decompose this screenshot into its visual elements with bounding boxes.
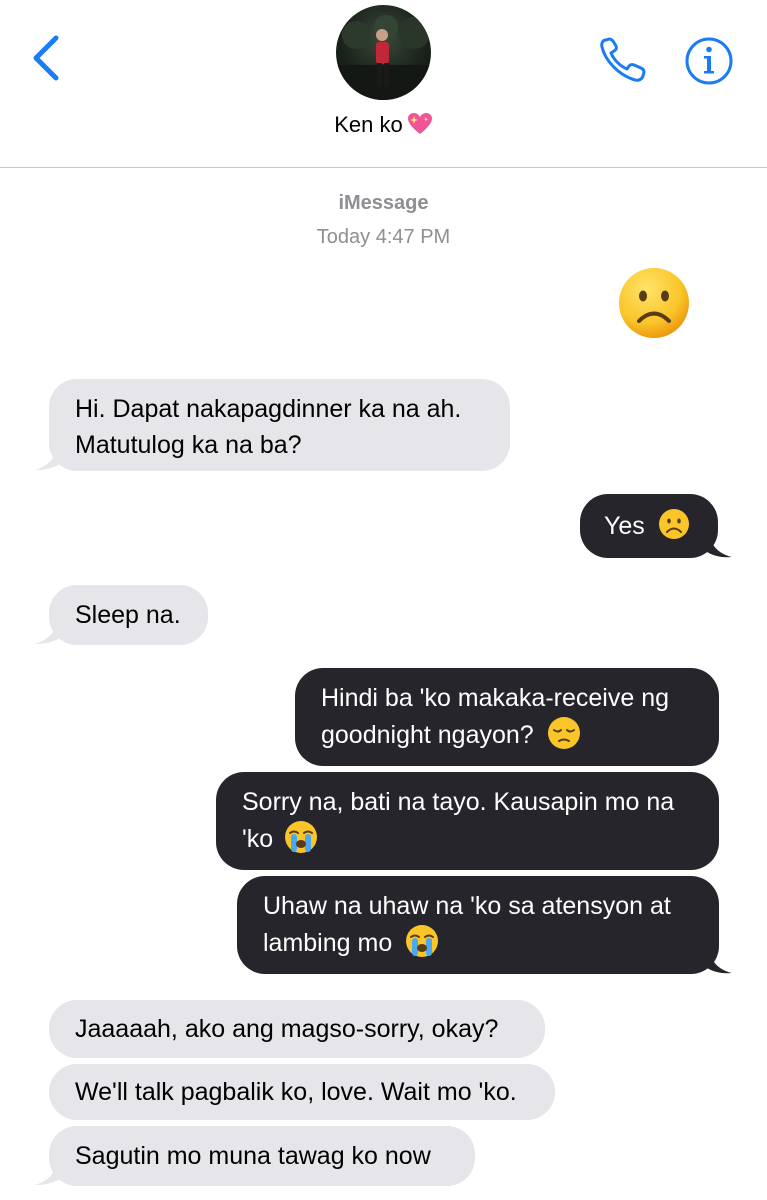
message-text: Hindi ba 'ko makaka-receive ng (321, 684, 669, 712)
frowning-face-icon[interactable] (617, 266, 691, 340)
back-button[interactable] (28, 32, 68, 84)
message-text: Sorry na, bati na tayo. Kausapin mo na (242, 788, 675, 816)
message-bubble-incoming[interactable]: Hi. Dapat nakapagdinner ka na ah. Matutu… (49, 379, 510, 471)
contact-name[interactable]: Ken ko (0, 112, 767, 138)
bubble-tail (35, 1161, 63, 1185)
message-text: 'ko (242, 825, 274, 853)
frowning-face-icon (658, 509, 689, 539)
conversation-header: Ken ko (0, 0, 767, 168)
message-bubble-incoming[interactable]: Jaaaaah, ako ang magso-sorry, okay? (49, 1000, 545, 1058)
message-text: lambing mo (263, 929, 393, 957)
info-button[interactable] (684, 36, 734, 86)
message-text: Jaaaaah, ako ang magso-sorry, okay? (75, 1015, 499, 1043)
contact-name-text: Ken ko (334, 112, 403, 137)
service-label: iMessage (338, 192, 429, 214)
contact-avatar[interactable] (336, 5, 431, 100)
loudly-crying-face-icon (285, 821, 318, 853)
message-bubble-outgoing[interactable]: Sorry na, bati na tayo. Kausapin mo na '… (216, 772, 719, 870)
message-bubble-outgoing[interactable]: Yes (580, 494, 718, 558)
message-bubble-incoming[interactable]: Sleep na. (49, 585, 208, 645)
message-text: Matutulog ka na ba? (75, 431, 302, 459)
call-button[interactable] (598, 36, 650, 84)
bubble-tail (35, 446, 63, 470)
message-text: We'll talk pagbalik ko, love. Wait mo 'k… (75, 1078, 517, 1106)
bubble-tail (704, 950, 732, 974)
pensive-face-icon (547, 717, 580, 749)
message-text: Hi. Dapat nakapagdinner ka na ah. (75, 395, 462, 423)
loudly-crying-face-icon (406, 925, 439, 957)
message-bubble-outgoing[interactable]: Hindi ba 'ko makaka-receive ng goodnight… (295, 668, 719, 766)
info-icon (685, 37, 733, 85)
sparkling-heart-icon (407, 113, 432, 134)
chevron-left-icon (33, 35, 59, 81)
message-bubble-incoming[interactable]: We'll talk pagbalik ko, love. Wait mo 'k… (49, 1064, 555, 1120)
bubble-tail (704, 534, 732, 558)
message-text: goodnight ngayon? (321, 721, 534, 749)
phone-icon (600, 37, 646, 82)
message-text: Sleep na. (75, 601, 181, 629)
avatar-photo (336, 15, 431, 100)
message-text: Yes (604, 512, 645, 540)
bubble-tail (35, 620, 63, 644)
timestamp: Today 4:47 PM (316, 226, 451, 248)
message-bubble-incoming[interactable]: Sagutin mo muna tawag ko now (49, 1126, 475, 1186)
message-text: Uhaw na uhaw na 'ko sa atensyon at (263, 892, 671, 920)
message-text: Sagutin mo muna tawag ko now (75, 1142, 431, 1170)
message-bubble-outgoing[interactable]: Uhaw na uhaw na 'ko sa atensyon at lambi… (237, 876, 719, 974)
